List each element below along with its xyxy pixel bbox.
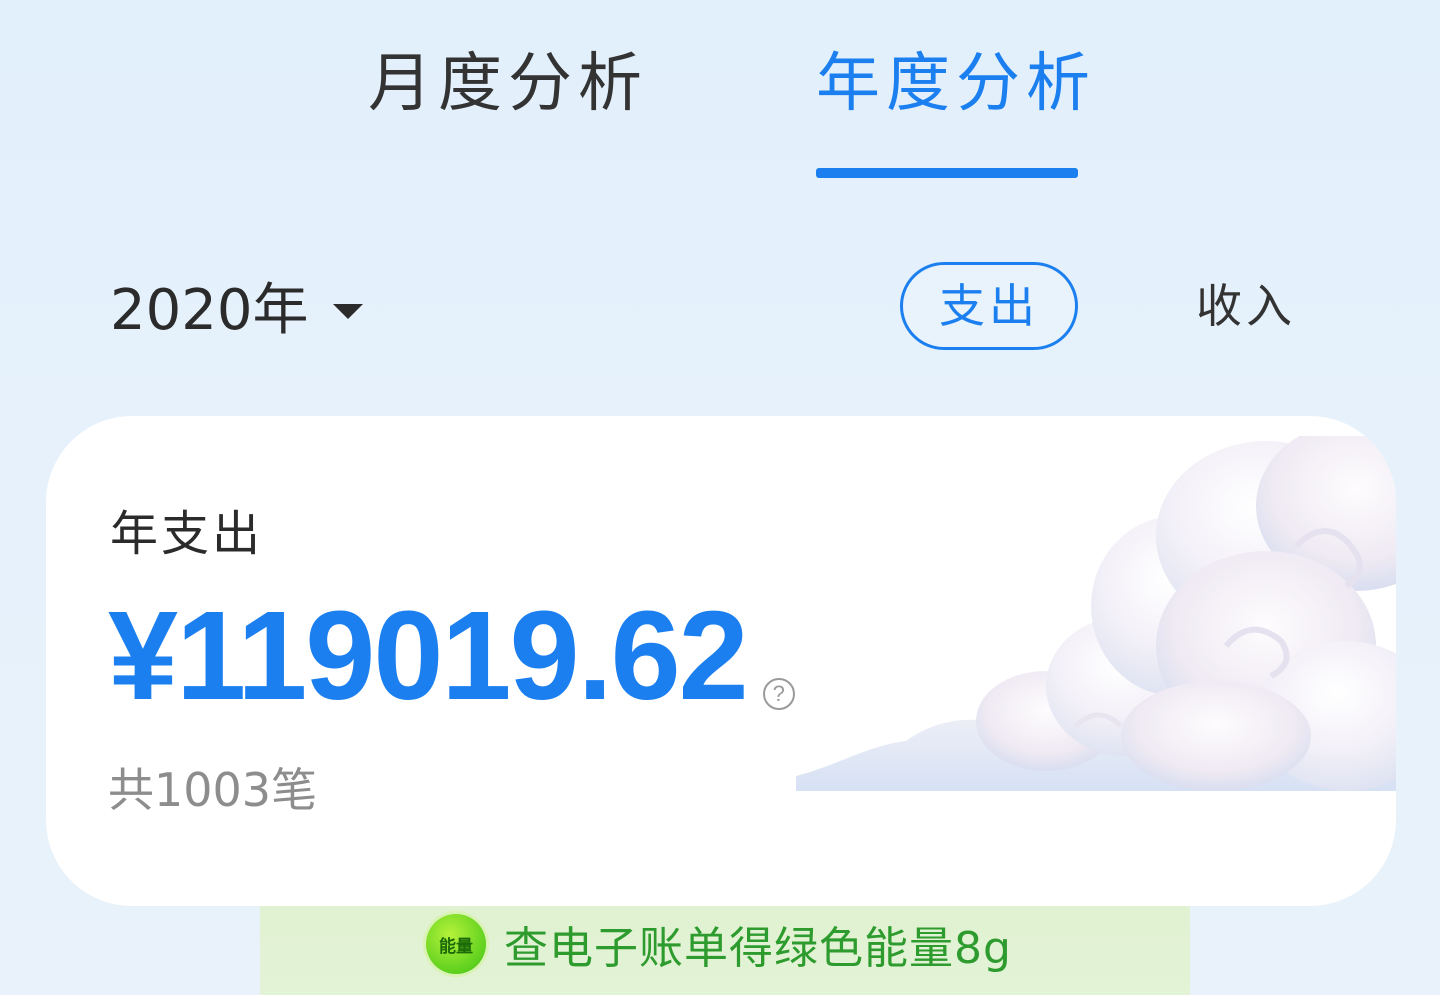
- energy-promo-text: 查电子账单得绿色能量8g: [504, 923, 1012, 974]
- expense-toggle-button[interactable]: 支出: [900, 262, 1078, 350]
- year-label: 2020年: [110, 278, 309, 343]
- energy-badge-icon: 能量: [426, 914, 486, 974]
- cloud-illustration: [796, 436, 1396, 791]
- tab-yearly-analysis[interactable]: 年度分析: [816, 44, 1096, 124]
- income-toggle-button[interactable]: 收入: [1196, 262, 1296, 350]
- green-energy-link[interactable]: 能量 查电子账单得绿色能量8g: [426, 908, 1012, 980]
- year-selector[interactable]: 2020年: [110, 276, 363, 346]
- transaction-count: 共1003笔: [108, 763, 318, 817]
- annual-expense-amount: ¥119019.62: [108, 585, 749, 726]
- tab-monthly-analysis[interactable]: 月度分析: [368, 44, 648, 124]
- caret-down-icon: [332, 303, 363, 319]
- analysis-tabs: 月度分析 年度分析: [0, 0, 1440, 190]
- active-tab-indicator: [816, 168, 1078, 178]
- annual-expense-card: 年支出 ¥119019.62 ? 共1003笔: [46, 416, 1396, 906]
- amount-row: ¥119019.62 ?: [108, 585, 795, 726]
- annual-expense-label: 年支出: [110, 506, 264, 562]
- question-circle-icon[interactable]: ?: [762, 678, 795, 710]
